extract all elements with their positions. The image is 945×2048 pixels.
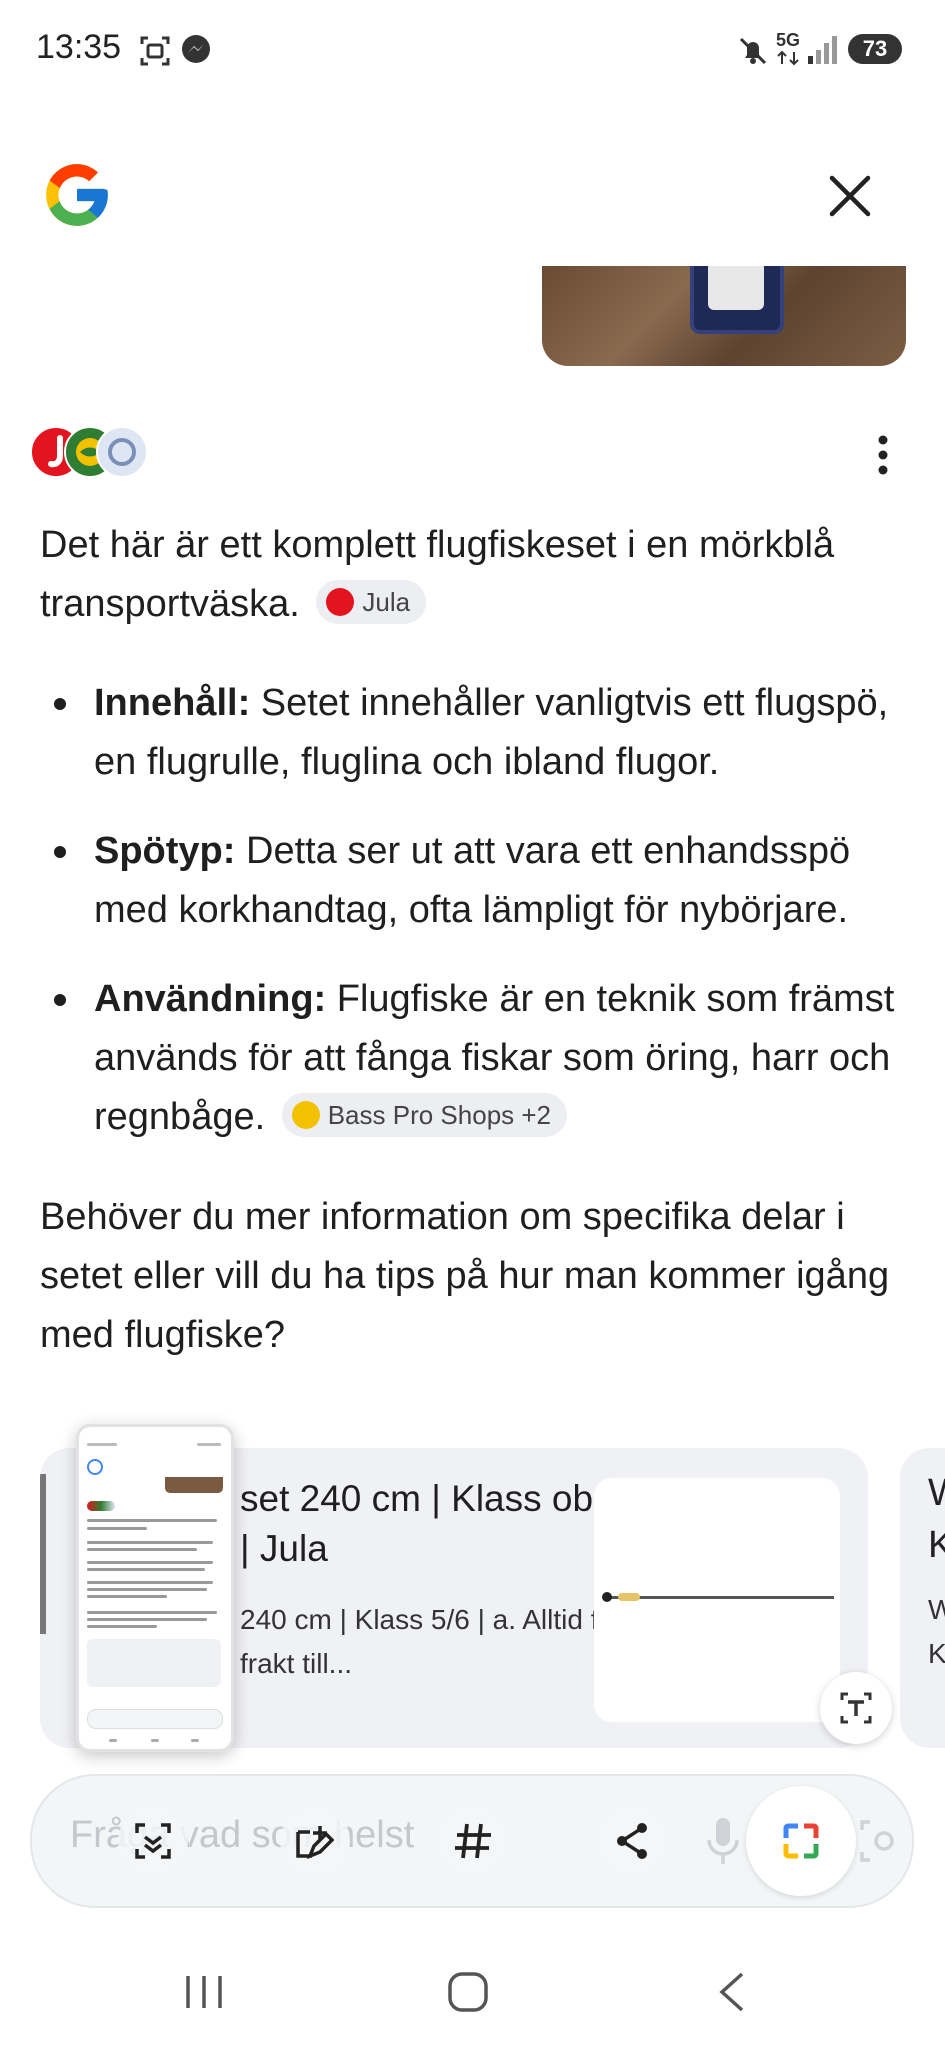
text-select-button[interactable] — [820, 1672, 892, 1744]
source-chip-bass-pro[interactable]: Bass Pro Shops +2 — [281, 1092, 568, 1137]
next-card-title-2: K — [928, 1524, 945, 1566]
result-card-next[interactable]: W K W K — [900, 1448, 945, 1748]
recents-icon[interactable] — [182, 1972, 226, 2012]
result-card-image — [594, 1478, 840, 1722]
text-select-icon — [840, 1692, 872, 1724]
bullet-dot — [54, 698, 66, 710]
third-source-avatar — [96, 426, 148, 478]
bass-pro-chip-icon — [291, 1101, 320, 1130]
lens-icon — [783, 1823, 819, 1859]
hashtag-icon — [455, 1823, 491, 1859]
source-chip-label: Bass Pro Shops +2 — [327, 1099, 552, 1130]
source-chip-jula[interactable]: Jula — [316, 579, 427, 624]
hashtag-button[interactable] — [438, 1806, 508, 1876]
bottom-toolbar[interactable]: Fråga vad som helst — [30, 1774, 914, 1908]
bullet-label: Användning: — [94, 978, 327, 1020]
next-card-snippet-2: K — [928, 1638, 945, 1669]
jula-chip-icon — [326, 588, 355, 617]
fly-fishing-case-image — [690, 266, 784, 334]
bullet-spotyp: Spötyp: Detta ser ut att vara ett enhand… — [50, 822, 910, 940]
next-card-title-1: W — [928, 1472, 945, 1515]
bullet-dot — [54, 846, 66, 858]
bullet-innehall: Innehåll: Setet innehåller vanligtvis et… — [50, 674, 910, 792]
data-arrows-icon — [777, 50, 799, 66]
screenshot-icon — [140, 36, 170, 66]
status-time: 13:35 — [36, 28, 122, 66]
query-image-thumbnail[interactable] — [542, 266, 906, 366]
messenger-icon — [182, 35, 210, 63]
google-logo-icon — [46, 164, 108, 226]
source-chip-label: Jula — [362, 586, 411, 617]
bullet-dot — [54, 994, 66, 1006]
smart-select-button[interactable] — [118, 1806, 188, 1876]
battery-indicator: 73 — [848, 34, 902, 64]
more-options-icon[interactable] — [868, 432, 898, 478]
back-icon[interactable] — [716, 1970, 746, 2014]
mic-icon[interactable] — [698, 1812, 748, 1872]
mute-icon — [739, 37, 767, 65]
answer-intro: Det här är ett komplett flugfiskeset i e… — [40, 516, 910, 634]
rod-reel-seat — [602, 1592, 612, 1602]
share-icon — [617, 1823, 647, 1859]
rod-cork-handle — [618, 1593, 640, 1601]
signal-icon — [808, 36, 837, 64]
bullet-label: Innehåll: — [94, 682, 251, 724]
close-icon[interactable] — [826, 172, 874, 220]
answer-intro-text: Det här är ett komplett flugfiskeset i e… — [40, 524, 835, 625]
home-icon[interactable] — [446, 1970, 490, 2014]
source-avatars[interactable] — [30, 426, 150, 478]
result-card-snippet: 240 cm | Klass 5/6 | a. Alltid fri frakt… — [240, 1604, 615, 1679]
share-button[interactable] — [598, 1806, 668, 1876]
next-card-snippet-1: W — [928, 1594, 945, 1625]
card-edge — [40, 1474, 46, 1634]
draw-button[interactable] — [280, 1806, 350, 1876]
result-card-title[interactable]: set 240 cm | Klass oba | Jula — [240, 1474, 620, 1574]
screenshot-preview[interactable] — [76, 1424, 234, 1752]
camera-translate-icon[interactable] — [858, 1816, 902, 1866]
smart-select-icon — [135, 1823, 171, 1859]
draw-pen-icon — [296, 1826, 335, 1860]
followup-question: Behöver du mer information om specifika … — [40, 1196, 890, 1356]
bullet-label: Spötyp: — [94, 830, 236, 872]
bullet-anvandning: Användning: Flugfiske är en teknik som f… — [50, 970, 910, 1147]
lens-button[interactable] — [746, 1786, 856, 1896]
network-label: 5G — [776, 30, 801, 50]
